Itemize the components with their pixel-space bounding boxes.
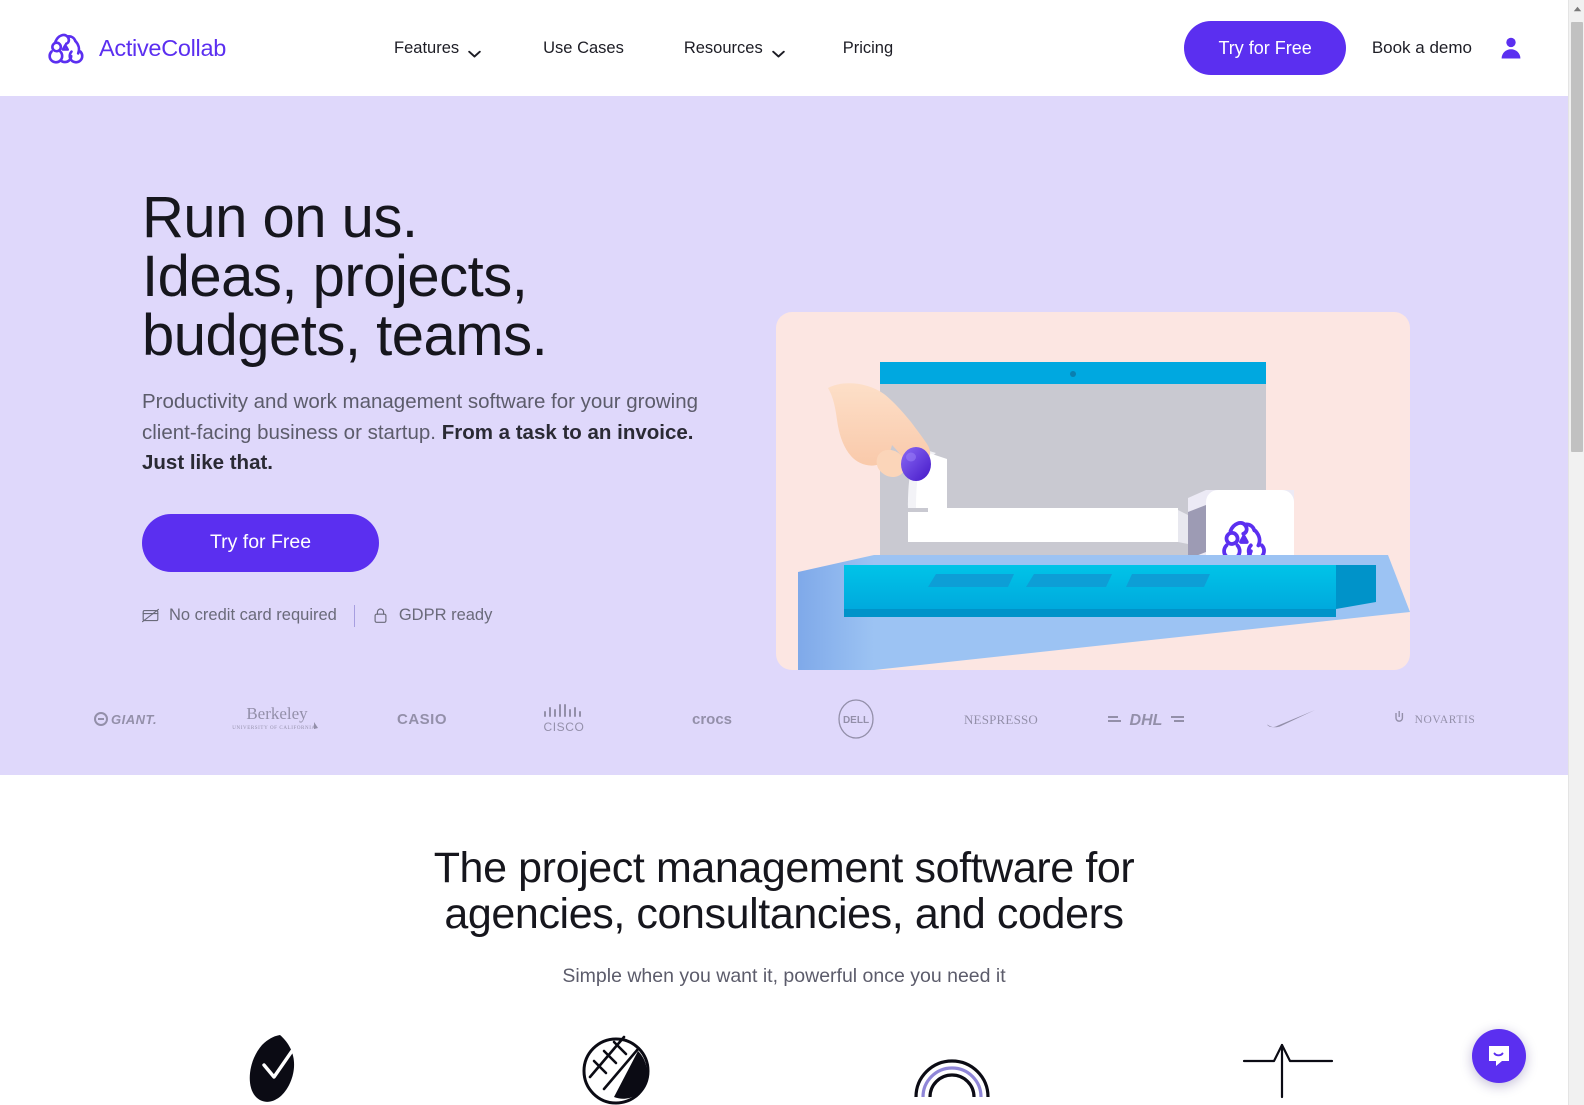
header-actions: Try for Free Book a demo [1184, 21, 1568, 75]
hero-title-line-1: Run on us. [142, 185, 418, 250]
nav-item-use-cases[interactable]: Use Cases [543, 39, 624, 58]
primary-navigation: Features Use Cases Resources Pricing [394, 39, 893, 58]
svg-text:crocs: crocs [692, 711, 732, 728]
peak-line-icon [1242, 1021, 1334, 1105]
dhl-logo: DHL [1074, 699, 1219, 739]
nav-item-pricing-label: Pricing [842, 38, 894, 57]
hero-try-for-free-button[interactable]: Try for Free [142, 513, 379, 572]
lock-icon [372, 607, 389, 624]
cisco-logo: CISCO [494, 699, 639, 739]
checkmark-leaf-icon [234, 1021, 326, 1105]
site-header: ActiveCollab Features Use Cases Resource… [0, 0, 1568, 96]
nike-logo [1218, 699, 1363, 739]
berkeley-logo: Berkeley UNIVERSITY OF CALIFORNIA [205, 699, 350, 739]
svg-text:CASIO: CASIO [397, 711, 447, 728]
nav-item-features[interactable]: Features [394, 39, 481, 58]
brand-name-text: ActiveCollab [99, 34, 227, 61]
scroll-up-arrow-icon[interactable] [1569, 0, 1584, 17]
hero-inner: Run on us. Ideas, projects, budgets, tea… [0, 96, 1568, 775]
hero-subtitle: Productivity and work management softwar… [142, 387, 717, 477]
page-scrollbar[interactable] [1568, 0, 1584, 1105]
svg-text:GIANT.: GIANT. [111, 712, 157, 727]
section2-subtitle: Simple when you want it, powerful once y… [562, 964, 1006, 987]
svg-text:CISCO: CISCO [543, 720, 584, 734]
nav-item-pricing[interactable]: Pricing [843, 39, 893, 58]
laptop-hand-ball-illustration [776, 312, 1410, 670]
nespresso-logo: NESPRESSO [929, 699, 1074, 739]
nav-item-features-label: Features [394, 38, 460, 57]
casio-logo: CASIO [350, 699, 495, 739]
trust-badge-no-credit-card-label: No credit card required [169, 606, 337, 625]
section2-title-line-1: The project management software for [433, 844, 1135, 892]
hero-copy: Run on us. Ideas, projects, budgets, tea… [142, 188, 742, 627]
customer-logo-strip: GIANT. Berkeley UNIVERSITY OF CALIFORNIA… [0, 699, 1568, 739]
chat-launcher-button[interactable] [1472, 1029, 1526, 1083]
crocs-logo: crocs [639, 699, 784, 739]
user-avatar-icon[interactable] [1498, 35, 1524, 61]
svg-text:NESPRESSO: NESPRESSO [964, 712, 1038, 727]
intro-section: The project management software for agen… [0, 775, 1568, 1105]
browser-viewport: ActiveCollab Features Use Cases Resource… [0, 0, 1568, 1105]
hero-trust-badges: No credit card required GDPR ready [142, 604, 742, 627]
chevron-down-icon [468, 44, 481, 58]
section2-title: The project management software for agen… [0, 845, 1568, 938]
trust-badge-gdpr: GDPR ready [372, 606, 493, 625]
brand-logo-link[interactable]: ActiveCollab [42, 28, 226, 68]
hero-title-line-2: Ideas, projects, [142, 244, 528, 310]
nav-item-resources-label: Resources [683, 38, 763, 57]
giant-logo: GIANT. [60, 699, 205, 739]
scrollbar-thumb[interactable] [1571, 22, 1583, 452]
section2-title-line-2: agencies, consultancies, and coders [444, 890, 1124, 939]
hero-section: Run on us. Ideas, projects, budgets, tea… [0, 96, 1568, 775]
nav-item-use-cases-label: Use Cases [543, 38, 624, 57]
feature-icon-row [0, 1021, 1568, 1105]
hero-title-line-3: budgets, teams. [142, 303, 548, 369]
hero-title: Run on us. Ideas, projects, budgets, tea… [142, 185, 742, 369]
nav-item-resources[interactable]: Resources [684, 39, 785, 58]
trust-badge-no-credit-card: No credit card required [142, 606, 337, 625]
header-try-for-free-button[interactable]: Try for Free [1184, 21, 1346, 75]
svg-text:NOVARTIS: NOVARTIS [1414, 714, 1475, 726]
trust-badge-divider [353, 604, 355, 627]
svg-text:UNIVERSITY OF CALIFORNIA: UNIVERSITY OF CALIFORNIA [232, 726, 315, 731]
chat-bubble-smile-icon [1485, 1042, 1513, 1070]
svg-text:DELL: DELL [843, 715, 869, 726]
no-credit-card-icon [142, 607, 159, 624]
arch-rainbow-icon [906, 1021, 998, 1105]
activecollab-logo-icon [42, 28, 88, 68]
trust-badge-gdpr-label: GDPR ready [398, 606, 493, 625]
dell-logo: DELL [784, 699, 929, 739]
novartis-logo: NOVARTIS [1363, 699, 1508, 739]
book-a-demo-link[interactable]: Book a demo [1372, 38, 1472, 58]
page-root: ActiveCollab Features Use Cases Resource… [0, 0, 1584, 1105]
ladder-circle-icon [570, 1021, 662, 1105]
svg-text:DHL: DHL [1130, 712, 1163, 728]
chevron-down-icon [771, 44, 785, 58]
svg-text:Berkeley: Berkeley [247, 704, 309, 723]
